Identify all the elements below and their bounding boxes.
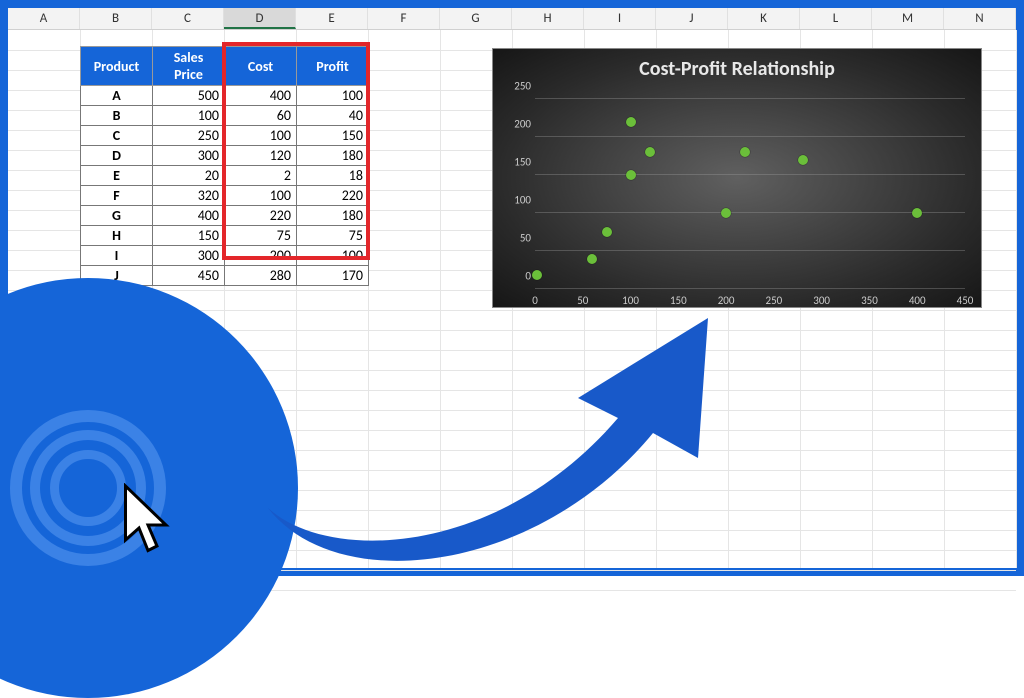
col-header-J[interactable]: J (656, 8, 728, 29)
cell[interactable]: 400 (153, 206, 225, 226)
cell[interactable]: 180 (297, 146, 369, 166)
arrow-icon (238, 288, 758, 568)
table-row: C250100150 (81, 126, 369, 146)
cell[interactable]: 20 (153, 166, 225, 186)
cell[interactable]: F (81, 186, 153, 206)
data-point (798, 155, 808, 165)
cell[interactable]: 150 (153, 226, 225, 246)
table-row: I300200100 (81, 246, 369, 266)
cell[interactable]: 75 (225, 226, 297, 246)
y-tick: 100 (503, 194, 531, 207)
cell[interactable]: 500 (153, 86, 225, 106)
cell[interactable]: 100 (225, 186, 297, 206)
plot-area: 0501001502002500501001502002503003504004… (535, 99, 965, 289)
cell[interactable]: D (81, 146, 153, 166)
y-tick: 250 (503, 80, 531, 93)
chart-title: Cost-Profit Relationship (493, 49, 981, 81)
th-cost[interactable]: Cost (225, 47, 297, 86)
col-header-L[interactable]: L (800, 8, 872, 29)
x-tick: 250 (759, 294, 789, 307)
data-table: ProductSales PriceCostProfit A500400100B… (80, 46, 369, 286)
cell[interactable]: E (81, 166, 153, 186)
cell[interactable]: A (81, 86, 153, 106)
cell[interactable]: 320 (153, 186, 225, 206)
col-header-H[interactable]: H (512, 8, 584, 29)
cell[interactable]: 100 (297, 246, 369, 266)
table-row: A500400100 (81, 86, 369, 106)
col-header-K[interactable]: K (728, 8, 800, 29)
data-point (645, 147, 655, 157)
col-header-I[interactable]: I (584, 8, 656, 29)
col-header-M[interactable]: M (872, 8, 944, 29)
cursor-icon (118, 483, 178, 558)
data-point (626, 170, 636, 180)
col-header-A[interactable]: A (8, 8, 80, 29)
col-header-E[interactable]: E (296, 8, 368, 29)
data-point (721, 208, 731, 218)
data-point (532, 270, 542, 280)
table-row: E20218 (81, 166, 369, 186)
y-tick: 50 (503, 232, 531, 245)
cell[interactable]: 300 (153, 146, 225, 166)
y-tick: 200 (503, 118, 531, 131)
data-point (587, 254, 597, 264)
cell[interactable]: 200 (225, 246, 297, 266)
cell[interactable]: 75 (297, 226, 369, 246)
scatter-chart[interactable]: Cost-Profit Relationship 050100150200250… (492, 48, 982, 308)
table-header-row: ProductSales PriceCostProfit (81, 47, 369, 86)
y-tick: 150 (503, 156, 531, 169)
y-tick: 0 (503, 270, 531, 283)
table-row: F320100220 (81, 186, 369, 206)
col-header-D[interactable]: D (224, 8, 296, 29)
cell[interactable]: 400 (225, 86, 297, 106)
cell[interactable]: B (81, 106, 153, 126)
th-product[interactable]: Product (81, 47, 153, 86)
col-header-G[interactable]: G (440, 8, 512, 29)
table-row: H1507575 (81, 226, 369, 246)
x-tick: 300 (807, 294, 837, 307)
x-tick: 350 (854, 294, 884, 307)
cell[interactable]: 2 (225, 166, 297, 186)
cell[interactable]: H (81, 226, 153, 246)
cell[interactable]: 300 (153, 246, 225, 266)
cell[interactable]: 100 (297, 86, 369, 106)
table-row: G400220180 (81, 206, 369, 226)
cell[interactable]: 180 (297, 206, 369, 226)
x-tick: 400 (902, 294, 932, 307)
cell[interactable]: 170 (297, 266, 369, 286)
th-profit[interactable]: Profit (297, 47, 369, 86)
cell[interactable]: 150 (297, 126, 369, 146)
cell[interactable]: C (81, 126, 153, 146)
col-header-N[interactable]: N (944, 8, 1016, 29)
cell[interactable]: I (81, 246, 153, 266)
cell[interactable]: 100 (225, 126, 297, 146)
data-point (740, 147, 750, 157)
table-row: D300120180 (81, 146, 369, 166)
cell[interactable]: 60 (225, 106, 297, 126)
cell[interactable]: 18 (297, 166, 369, 186)
data-point (602, 227, 612, 237)
cell[interactable]: 220 (225, 206, 297, 226)
col-header-B[interactable]: B (80, 8, 152, 29)
cell[interactable]: 100 (153, 106, 225, 126)
cell[interactable]: G (81, 206, 153, 226)
col-header-F[interactable]: F (368, 8, 440, 29)
th-sales-price[interactable]: Sales Price (153, 47, 225, 86)
cell[interactable]: 120 (225, 146, 297, 166)
cell[interactable]: 220 (297, 186, 369, 206)
cell[interactable]: 250 (153, 126, 225, 146)
col-header-C[interactable]: C (152, 8, 224, 29)
cell[interactable]: 40 (297, 106, 369, 126)
data-point (626, 117, 636, 127)
x-tick: 450 (950, 294, 980, 307)
column-header-row: ABCDEFGHIJKLMN (8, 8, 1016, 30)
data-point (912, 208, 922, 218)
table-row: B1006040 (81, 106, 369, 126)
